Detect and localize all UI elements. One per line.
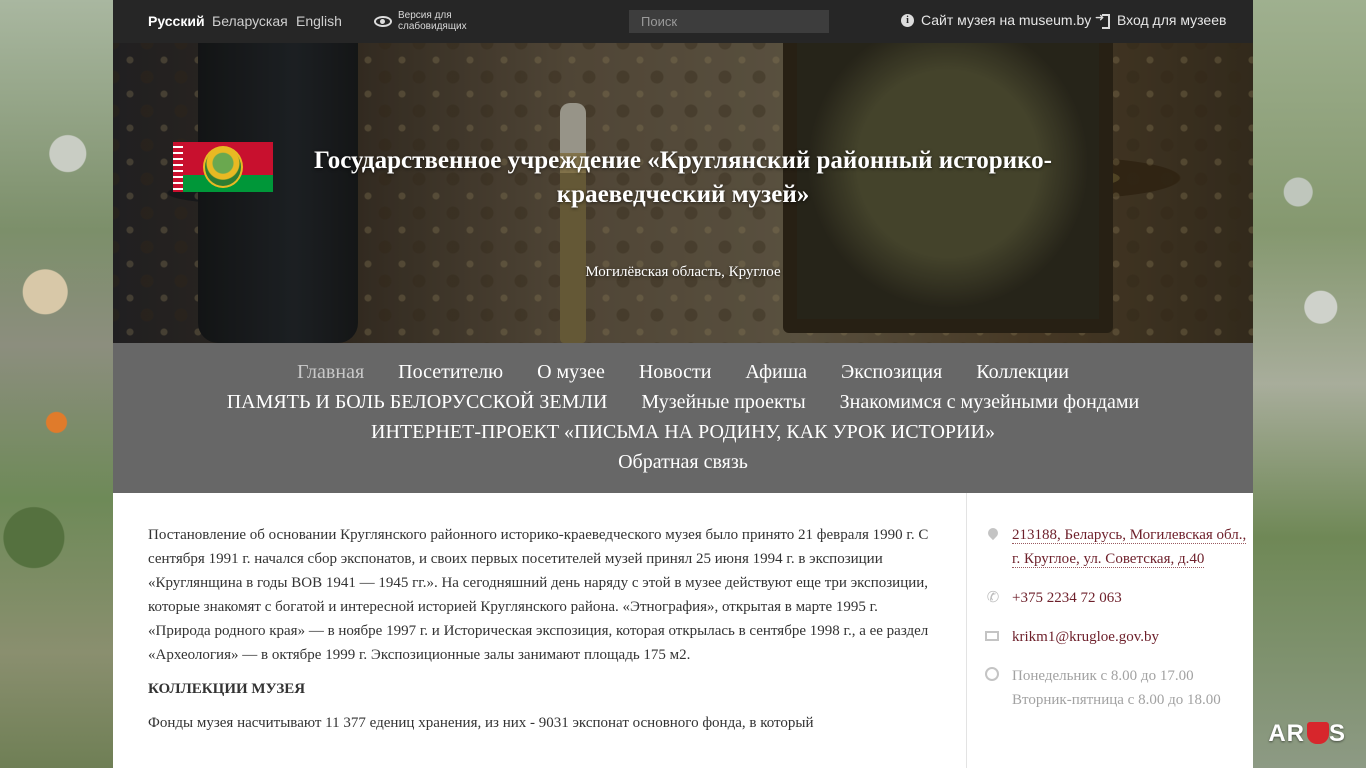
address-item: 213188, Беларусь, Могилевская обл., г. К… bbox=[985, 523, 1253, 571]
nav-events[interactable]: Афиша bbox=[745, 357, 807, 387]
clock-icon bbox=[985, 667, 999, 681]
background-aerial-left bbox=[0, 0, 113, 768]
museum-title: Государственное учреждение «Круглянский … bbox=[314, 147, 1052, 208]
search-input[interactable] bbox=[629, 10, 829, 33]
nav-row: Главная Посетителю О музее Новости Афиша… bbox=[113, 357, 1253, 387]
nav-letters-project[interactable]: ИНТЕРНЕТ-ПРОЕКТ «ПИСЬМА НА РОДИНУ, КАК У… bbox=[371, 417, 995, 447]
collections-paragraph: Фонды музея насчитывают 11 377 едениц хр… bbox=[148, 715, 814, 731]
page-container: Русский Беларуская English Версия для сл… bbox=[113, 0, 1253, 768]
museum-site-link[interactable]: i Сайт музея на museum.by bbox=[901, 12, 1091, 28]
content-area: Постановление об основании Круглянского … bbox=[113, 493, 1253, 768]
low-vision-link[interactable]: Версия для слабовидящих bbox=[374, 10, 478, 32]
museum-site-label: Сайт музея на museum.by bbox=[921, 12, 1092, 28]
nav-home[interactable]: Главная bbox=[297, 357, 364, 387]
nav-news[interactable]: Новости bbox=[639, 357, 712, 387]
collections-heading: КОЛЛЕКЦИИ МУЗЕЯ bbox=[148, 681, 306, 697]
login-icon bbox=[1095, 11, 1110, 29]
contacts-sidebar: 213188, Беларусь, Могилевская обл., г. К… bbox=[966, 493, 1253, 768]
nav-feedback[interactable]: Обратная связь bbox=[618, 447, 748, 477]
low-vision-label: Версия для слабовидящих bbox=[398, 10, 467, 32]
belarus-logo: AR S bbox=[1268, 720, 1346, 747]
nav-row: Обратная связь bbox=[113, 447, 1253, 477]
hours-item: Понедельник с 8.00 до 17.00 Вторник-пятн… bbox=[985, 664, 1253, 712]
nav-visitor[interactable]: Посетителю bbox=[398, 357, 503, 387]
background-aerial-right: AR S bbox=[1253, 0, 1366, 768]
eye-icon bbox=[374, 15, 392, 27]
nav-museum-projects[interactable]: Музейные проекты bbox=[641, 387, 805, 417]
belarus-flag-emblem[interactable] bbox=[173, 142, 273, 192]
opening-hours: Понедельник с 8.00 до 17.00 Вторник-пятн… bbox=[1012, 668, 1221, 708]
nav-about[interactable]: О музее bbox=[537, 357, 605, 387]
museum-login-label: Вход для музеев bbox=[1117, 12, 1227, 28]
phone-item: ✆ +375 2234 72 063 bbox=[985, 586, 1253, 610]
intro-paragraph: Постановление об основании Круглянского … bbox=[148, 527, 929, 663]
top-bar: Русский Беларуская English Версия для сл… bbox=[113, 0, 1253, 43]
nav-row: ИНТЕРНЕТ-ПРОЕКТ «ПИСЬМА НА РОДИНУ, КАК У… bbox=[113, 417, 1253, 447]
museum-login-link[interactable]: Вход для музеев bbox=[1095, 11, 1227, 29]
nav-row: ПАМЯТЬ И БОЛЬ БЕЛОРУССКОЙ ЗЕМЛИ Музейные… bbox=[113, 387, 1253, 417]
nav-museum-funds[interactable]: Знакомимся с музейными фондами bbox=[840, 387, 1140, 417]
hero-banner: Государственное учреждение «Круглянский … bbox=[113, 43, 1253, 343]
main-navigation: Главная Посетителю О музее Новости Афиша… bbox=[113, 343, 1253, 493]
phone-link[interactable]: +375 2234 72 063 bbox=[1012, 590, 1122, 606]
lang-english[interactable]: English bbox=[296, 13, 342, 29]
address-link[interactable]: 213188, Беларусь, Могилевская обл., г. К… bbox=[1012, 527, 1247, 568]
lang-russian[interactable]: Русский bbox=[148, 13, 205, 29]
coat-of-arms-icon bbox=[203, 146, 243, 188]
phone-icon: ✆ bbox=[986, 588, 1000, 606]
museum-location: Могилёвская область, Круглое bbox=[585, 264, 781, 280]
lang-belarusian[interactable]: Беларуская bbox=[212, 13, 288, 29]
nav-memory-and-pain[interactable]: ПАМЯТЬ И БОЛЬ БЕЛОРУССКОЙ ЗЕМЛИ bbox=[227, 387, 608, 417]
info-icon: i bbox=[901, 13, 914, 27]
main-article: Постановление об основании Круглянского … bbox=[148, 523, 938, 745]
nav-collections[interactable]: Коллекции bbox=[976, 357, 1069, 387]
email-item: krikm1@krugloe.gov.by bbox=[985, 625, 1253, 649]
nav-exposition[interactable]: Экспозиция bbox=[841, 357, 942, 387]
email-link[interactable]: krikm1@krugloe.gov.by bbox=[1012, 629, 1159, 645]
mail-icon bbox=[985, 631, 999, 641]
map-pin-icon bbox=[985, 525, 1001, 541]
